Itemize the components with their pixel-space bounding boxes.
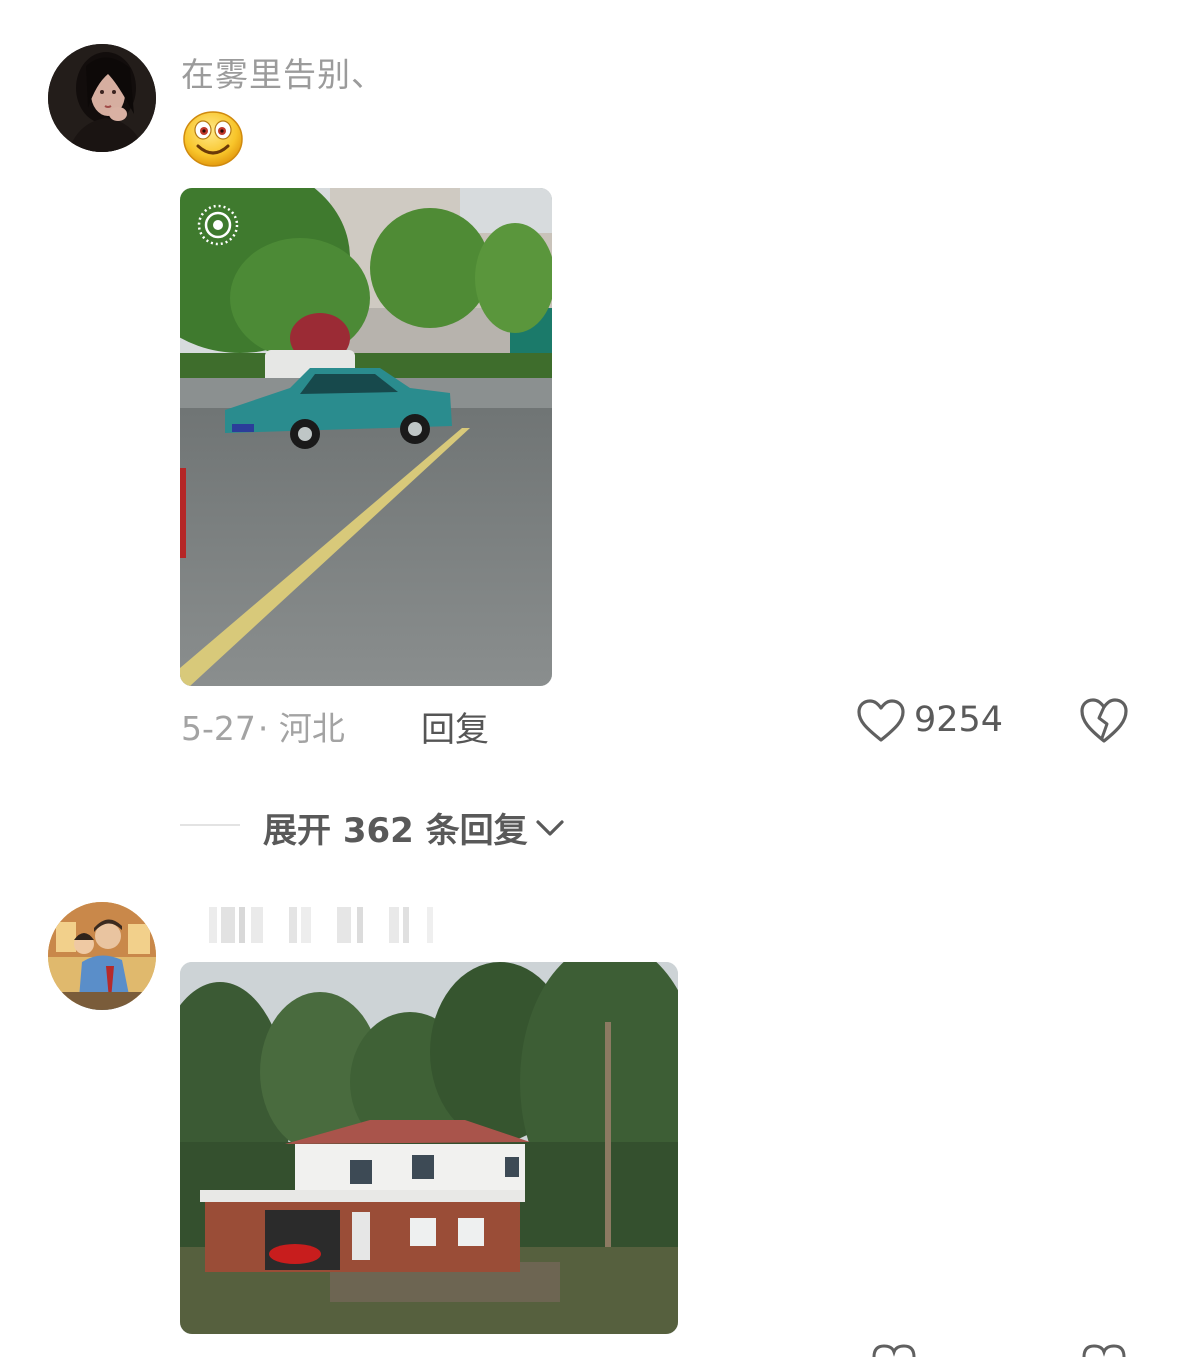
reply-button[interactable]: 回复	[421, 702, 489, 751]
divider	[180, 824, 240, 826]
username-blurred[interactable]	[181, 905, 436, 945]
expand-replies-button[interactable]: 展开 362 条回复	[263, 803, 566, 852]
expand-replies-label: 展开 362 条回复	[263, 811, 528, 851]
live-photo-icon	[196, 203, 240, 247]
like-button[interactable]: 9254	[856, 696, 1016, 748]
chevron-down-icon	[536, 819, 564, 836]
comment-location: · 河北	[257, 709, 345, 748]
comment-meta: 5-27· 河北	[181, 702, 345, 750]
avatar-photo	[48, 44, 156, 152]
broken-heart-icon[interactable]	[1078, 696, 1130, 746]
heart-outline-icon	[857, 699, 905, 742]
avatar[interactable]	[48, 44, 156, 152]
like-count: 9254	[914, 700, 1004, 740]
smile-emoji-icon	[182, 108, 244, 168]
avatar-photo	[48, 902, 156, 1010]
comment-actions-cropped	[860, 1342, 1130, 1358]
comment-image-street[interactable]	[180, 188, 552, 686]
avatar[interactable]	[48, 902, 156, 1010]
comment-image-house[interactable]	[180, 962, 678, 1334]
username[interactable]: 在雾里告别、	[181, 48, 385, 96]
comment-date: 5-27	[181, 709, 256, 748]
